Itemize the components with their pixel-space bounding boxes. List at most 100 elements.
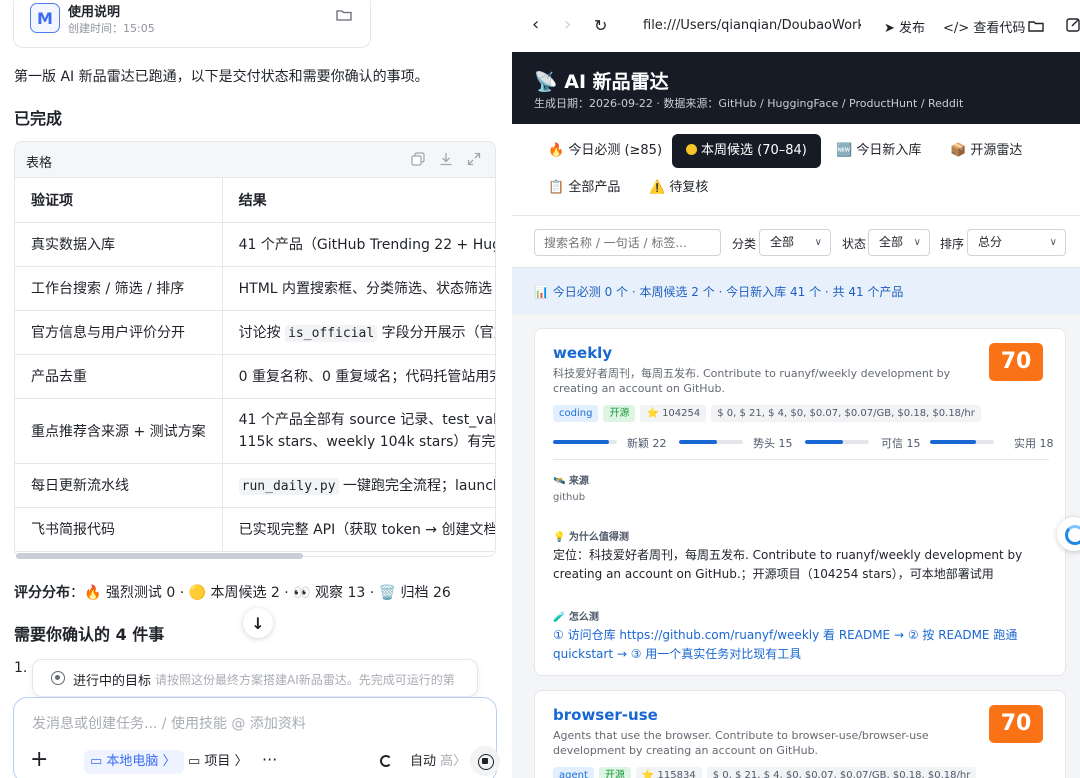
tab-review[interactable]: ⚠️ 待复核 [635,171,722,205]
tab-must-test[interactable]: 🔥 今日必测 (≥85) [534,134,676,168]
folder-icon[interactable] [336,9,352,21]
table-row: 官方信息与用户评价分开 讨论按 is_official 字段分开展示（官方 [15,310,495,355]
tag: $ 0, $ 21, $ 4, $0, $0.07, $0.07/GB, $0.… [706,767,977,778]
plus-icon[interactable]: + [30,748,48,772]
cell-item: 工作台搜索 / 筛选 / 排序 [15,266,223,311]
table-row: 产品去重 0 重复名称、0 重复域名；代码托管站用完 [15,354,495,399]
cell-item: 飞书简报代码 [15,507,223,552]
stop-button[interactable] [470,746,500,776]
metric-label: 势头 15 [753,437,793,450]
local-computer-button[interactable]: ▭ 本地电脑 〉 [84,750,184,774]
status-label: 状态 [842,237,867,251]
table-row: 重点推荐含来源 + 测试方案 41 个产品全部有 source 记录、test_… [15,398,496,464]
sort-value: 总分 [978,235,1003,249]
chevron-down-icon: ∨ [814,237,822,248]
tag: $ 0, $ 21, $ 4, $0, $0.07, $0.07/GB, $0.… [711,405,981,422]
how-text[interactable]: ① 访问仓库 https://github.com/ruanyf/weekly … [553,626,1043,664]
tag: 开源 [603,405,636,422]
external-icon[interactable] [1066,18,1080,32]
copy-icon[interactable] [411,152,425,166]
tag: coding [553,405,599,422]
product-card: weekly 科技爱好者周刊，每周五发布. Contribute to ruan… [534,328,1066,676]
doc-logo: M [30,3,60,33]
tab-label: 本周候选 (70–84) [701,143,807,158]
message-input[interactable]: 发消息或创建任务... / 使用技能 @ 添加资料 [32,713,306,733]
more-button[interactable]: ··· [262,748,277,772]
product-name[interactable]: weekly [553,344,612,362]
tag: ⭐ 104254 [640,405,707,422]
cell-result: HTML 内置搜索框、分类筛选、状态筛选 [222,266,495,311]
cell-result: 0 重复名称、0 重复域名；代码托管站用完 [222,354,495,399]
search-input[interactable] [534,229,721,256]
confirm-heading: 需要你确认的 4 件事 [14,625,165,644]
product-card: browser-use Agents that use the browser.… [534,690,1066,778]
auto-label: 自动 [410,754,437,769]
category-select[interactable]: 全部 ∨ [759,229,831,256]
tab-new-today[interactable]: 🆕 今日新入库 [822,134,935,168]
tab-weekly-candidates[interactable]: 本周候选 (70–84) [672,134,821,168]
back-icon[interactable]: ‹ [532,14,539,35]
product-name[interactable]: browser-use [553,706,658,724]
publish-button[interactable]: ➤ 发布 [884,17,925,36]
url-bar[interactable]: file:///Users/qianqian/DoubaoWork/chats [643,18,861,33]
expand-icon[interactable] [467,152,481,166]
col-header-result: 结果 [222,178,495,223]
chevron-down-icon: ∨ [913,237,921,248]
source-heading: 🛰️ 来源 [553,476,589,487]
download-icon[interactable] [439,152,453,166]
view-code-button[interactable]: </> 查看代码 [943,17,1025,36]
table-row: 飞书简报代码 已实现完整 API（获取 token → 创建文档 [15,507,495,552]
folder-icon[interactable] [1028,20,1044,32]
metric-fill [930,440,977,444]
tag: ⭐ 115834 [635,767,702,778]
yellow-dot-icon [686,144,697,155]
divider [553,459,1049,460]
app-title-text: AI 新品雷达 [564,71,669,93]
sort-select[interactable]: 总分 ∨ [967,229,1066,256]
table-row: 工作台搜索 / 筛选 / 排序 HTML 内置搜索框、分类筛选、状态筛选 [15,266,495,311]
table-scrollbar[interactable] [16,553,303,559]
table-header-row: 验证项 结果 [15,178,495,223]
category-label: 分类 [732,237,757,251]
view-code-label: 查看代码 [973,21,1026,36]
chevron-right-icon: 〉 [158,754,176,769]
list-item: 1. [14,660,28,676]
category-value: 全部 [770,235,795,249]
tab-open-source[interactable]: 📦 开源雷达 [936,134,1036,168]
message-composer[interactable]: 发消息或创建任务... / 使用技能 @ 添加资料 + ▭ 本地电脑 〉 ▭ 项… [13,697,500,778]
filter-bar: 分类 全部 ∨ 状态 全部 ∨ 排序 总分 ∨ [512,216,1080,268]
project-button[interactable]: ▭ 项目 〉 [188,750,248,774]
score-label: 评分分布 [14,585,70,601]
cell-result: 讨论按 is_official 字段分开展示（官方 [222,310,495,355]
stats-text: 📊 今日必测 0 个 · 本周候选 2 个 · 今日新入库 41 个 · 共 4… [534,285,904,299]
cell-result: 已实现完整 API（获取 token → 创建文档 [222,507,495,552]
chevron-right-icon: 〉 [453,754,467,769]
chevron-down-icon: ∨ [1049,237,1057,248]
scroll-down-button[interactable]: ↓ [243,608,273,638]
cell-line: 115k stars、weekly 104k stars）有完整测 [238,433,496,450]
data-table: 验证项 结果 真实数据入库 41 个产品（GitHub Trending 22 … [15,178,496,552]
score-values: ：🔥 强烈测试 0 · 🟡 本周候选 2 · 👀 观察 13 · 🗑️ 归档 2… [70,585,451,601]
status-value: 全部 [879,235,904,249]
sort-label: 排序 [940,237,965,251]
reload-icon[interactable]: ↻ [594,16,607,35]
goal-bar[interactable]: 进行中的目标 请按照这份最终方案搭建AI新品雷达。先完成可运行的第 [32,659,478,697]
auto-mode-button[interactable]: 自动 高〉 [410,750,466,774]
forward-icon[interactable]: › [564,14,571,35]
table-row: 每日更新流水线 run_daily.py 一键跑完全流程；launch [15,463,495,508]
product-desc: Agents that use the browser. Contribute … [553,729,929,757]
cell-text: 讨论按 [238,325,286,341]
metric-fill [553,440,610,444]
tab-bar: 🔥 今日必测 (≥85) 本周候选 (70–84) 🆕 今日新入库 📦 开源雷达… [512,124,1080,216]
cell-item: 每日更新流水线 [15,463,223,508]
tab-all-products[interactable]: 📋 全部产品 [534,171,634,205]
project-label: 项目 [204,754,231,769]
table-toolbar: 表格 [15,142,495,178]
why-heading: 💡 为什么值得测 [553,532,629,543]
status-select[interactable]: 全部 ∨ [868,229,930,256]
chat-pane: M 使用说明 创建时间：15:05 第一版 AI 新品雷达已跑通，以下是交付状态… [0,0,512,778]
browser-pane: ‹ › ↻ file:///Users/qianqian/DoubaoWork/… [512,0,1080,778]
cell-item: 真实数据入库 [15,222,223,267]
cell-item: 官方信息与用户评价分开 [15,310,223,355]
doc-card[interactable]: M 使用说明 创建时间：15:05 [13,0,371,48]
